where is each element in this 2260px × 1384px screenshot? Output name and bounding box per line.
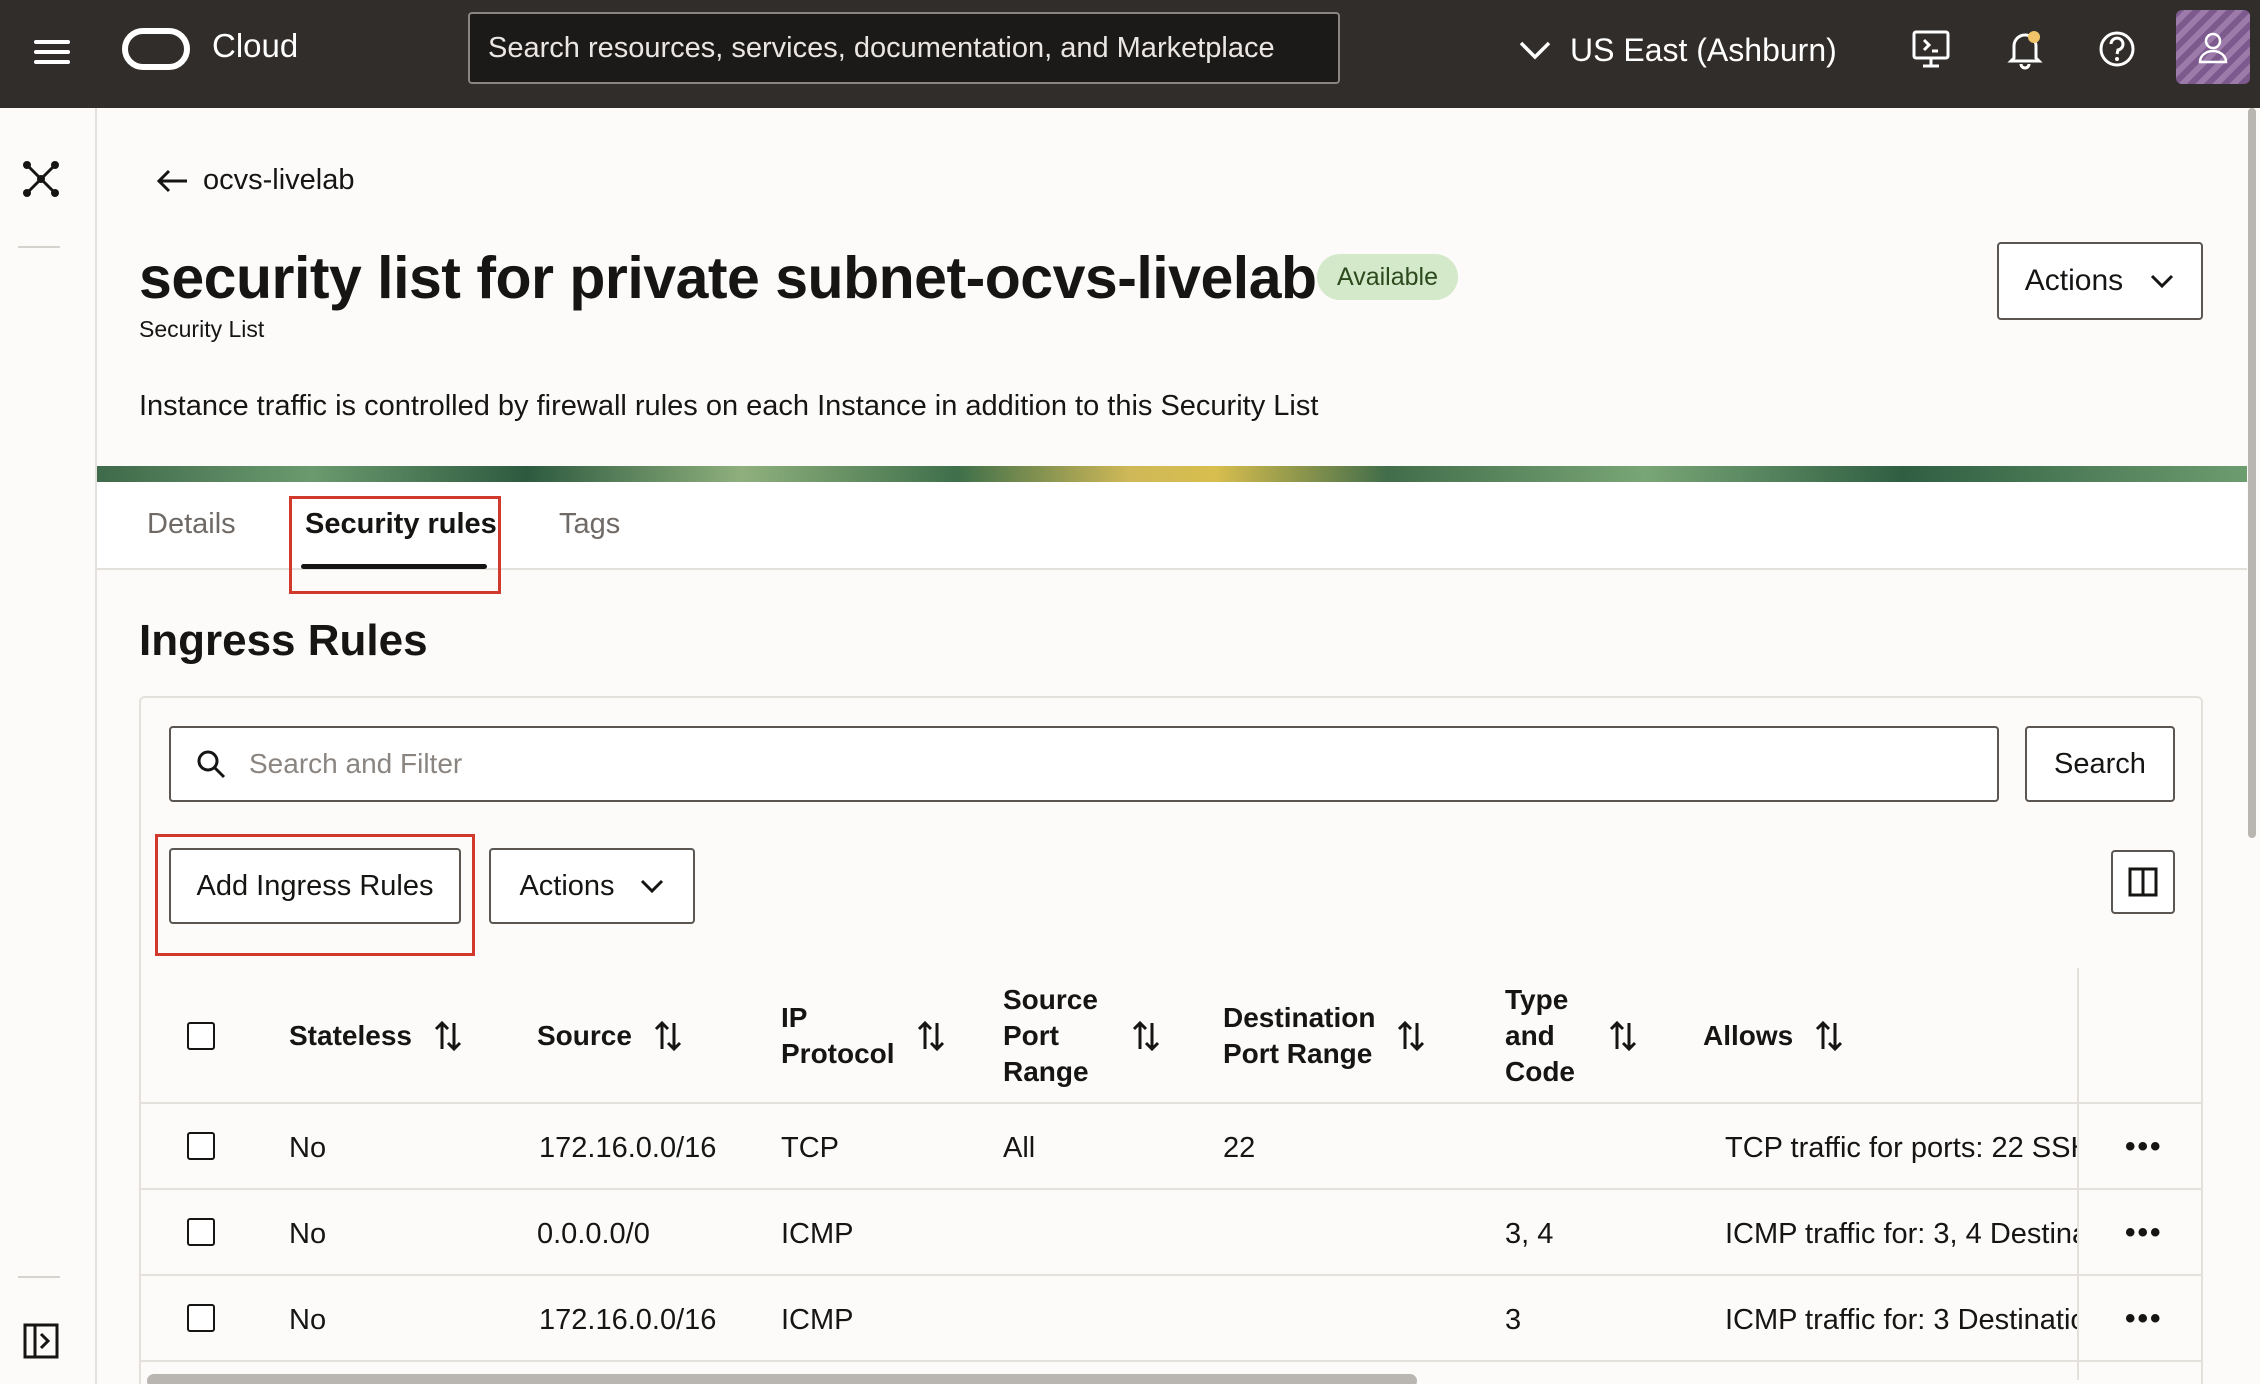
header-actions-label: Actions <box>2024 264 2124 297</box>
more-icon[interactable]: ••• <box>2125 1216 2163 1250</box>
table-header: Stateless Source IP Protocol Source Port Ra… <box>141 968 2201 1104</box>
cell-stateless: No <box>289 1218 327 1250</box>
network-icon[interactable] <box>20 158 62 200</box>
chevron-down-icon <box>1519 41 1551 60</box>
global-search-input[interactable] <box>470 14 1338 82</box>
col-source[interactable]: Source <box>537 1018 682 1054</box>
oracle-logo[interactable] <box>122 28 190 70</box>
header-actions-button[interactable]: Actions <box>1997 242 2203 320</box>
rail-divider <box>18 1276 60 1278</box>
sticky-column-divider <box>2077 968 2079 1380</box>
table-row[interactable]: No 172.16.0.0/16 TCP All 22 TCP traffic … <box>141 1104 2201 1190</box>
hamburger-icon[interactable] <box>30 34 74 74</box>
sort-icon[interactable] <box>654 1019 682 1053</box>
select-all-checkbox[interactable] <box>187 1022 215 1050</box>
cell-allows: ICMP traffic for: 3, 4 Destinat <box>1725 1218 2077 1250</box>
cell-dest-port: 22 <box>1223 1132 1256 1164</box>
bell-icon[interactable] <box>2000 24 2050 74</box>
horizontal-scrollbar[interactable] <box>147 1374 1417 1384</box>
chevron-down-icon <box>2151 274 2174 289</box>
cell-source: 172.16.0.0/16 <box>539 1304 717 1336</box>
rail-divider <box>18 246 60 248</box>
row-checkbox[interactable] <box>187 1132 215 1160</box>
row-checkbox[interactable] <box>187 1218 215 1246</box>
sort-icon[interactable] <box>917 1019 945 1053</box>
main-content: ocvs-livelab security list for private s… <box>97 108 2247 1384</box>
top-navigation-bar: Cloud US East (Ashburn) <box>0 0 2260 108</box>
breadcrumb-label: ocvs-livelab <box>203 164 355 196</box>
col-allows[interactable]: Allows <box>1703 1018 1843 1054</box>
cloud-shell-icon[interactable] <box>1906 24 1956 74</box>
table-row[interactable]: No 172.16.0.0/16 ICMP 3 ICMP traffic for… <box>141 1276 2201 1362</box>
user-avatar[interactable] <box>2176 10 2250 84</box>
ingress-rules-panel: Search Add Ingress Rules Actions Statele… <box>139 696 2203 1384</box>
col-stateless[interactable]: Stateless <box>289 1018 462 1054</box>
highlight-add-button <box>155 834 475 956</box>
highlight-security-rules-tab <box>289 496 501 594</box>
region-selector[interactable]: US East (Ashburn) <box>1518 28 1837 72</box>
cell-source: 0.0.0.0/0 <box>537 1218 650 1250</box>
user-icon <box>2198 32 2228 64</box>
sort-icon[interactable] <box>1397 1019 1425 1053</box>
cell-protocol: ICMP <box>781 1218 854 1250</box>
global-search[interactable] <box>468 12 1340 84</box>
page-subtitle: Security List <box>139 316 265 342</box>
col-ip-protocol[interactable]: IP Protocol <box>781 1000 945 1072</box>
col-type-and-code[interactable]: Type and Code <box>1505 982 1637 1090</box>
page-description: Instance traffic is controlled by firewa… <box>139 390 1319 422</box>
table-actions-button[interactable]: Actions <box>489 848 695 924</box>
decorative-banner <box>97 466 2247 482</box>
cell-protocol: ICMP <box>781 1304 854 1336</box>
cell-allows: TCP traffic for ports: 22 SSH <box>1725 1132 2077 1164</box>
status-badge: Available <box>1317 254 1459 300</box>
tab-details[interactable]: Details <box>147 508 236 541</box>
table-row[interactable]: No 0.0.0.0/0 ICMP 3, 4 ICMP traffic for:… <box>141 1190 2201 1276</box>
ingress-rules-title: Ingress Rules <box>139 616 428 665</box>
filter-input[interactable] <box>249 748 1949 780</box>
help-icon[interactable] <box>2092 24 2142 74</box>
brand-name[interactable]: Cloud <box>212 27 298 65</box>
left-rail <box>0 108 97 1384</box>
cell-stateless: No <box>289 1132 327 1164</box>
cell-type-code: 3, 4 <box>1505 1218 1554 1250</box>
sort-icon[interactable] <box>434 1019 462 1053</box>
filter-box[interactable] <box>169 726 1999 802</box>
breadcrumb-back[interactable]: ocvs-livelab <box>155 164 355 197</box>
region-label: US East (Ashburn) <box>1570 31 1837 68</box>
page-title: security list for private subnet-ocvs-li… <box>139 245 1317 311</box>
table-actions-label: Actions <box>519 869 615 902</box>
col-source-port-range[interactable]: Source Port Range <box>1003 982 1160 1090</box>
page-scrollbar[interactable] <box>2248 108 2256 838</box>
cell-type-code: 3 <box>1505 1304 1522 1336</box>
row-checkbox[interactable] <box>187 1304 215 1332</box>
column-layout-button[interactable] <box>2111 850 2175 914</box>
search-button[interactable]: Search <box>2025 726 2175 802</box>
cell-source-port: All <box>1003 1132 1036 1164</box>
expand-panel-icon[interactable] <box>20 1320 62 1362</box>
col-destination-port-range[interactable]: Destination Port Range <box>1223 1000 1425 1072</box>
sort-icon[interactable] <box>1609 1019 1637 1053</box>
cell-source: 172.16.0.0/16 <box>539 1132 717 1164</box>
back-arrow-icon <box>156 169 187 192</box>
more-icon[interactable]: ••• <box>2125 1302 2163 1336</box>
chevron-down-icon <box>640 879 663 894</box>
cell-allows: ICMP traffic for: 3 Destinatio <box>1725 1304 2077 1336</box>
cell-stateless: No <box>289 1304 327 1336</box>
column-layout-icon <box>2128 867 2158 897</box>
sort-icon[interactable] <box>1815 1019 1843 1053</box>
tab-tags[interactable]: Tags <box>559 508 620 541</box>
cell-protocol: TCP <box>781 1132 839 1164</box>
search-icon <box>197 750 226 779</box>
sort-icon[interactable] <box>1132 1019 1160 1053</box>
more-icon[interactable]: ••• <box>2125 1130 2163 1164</box>
